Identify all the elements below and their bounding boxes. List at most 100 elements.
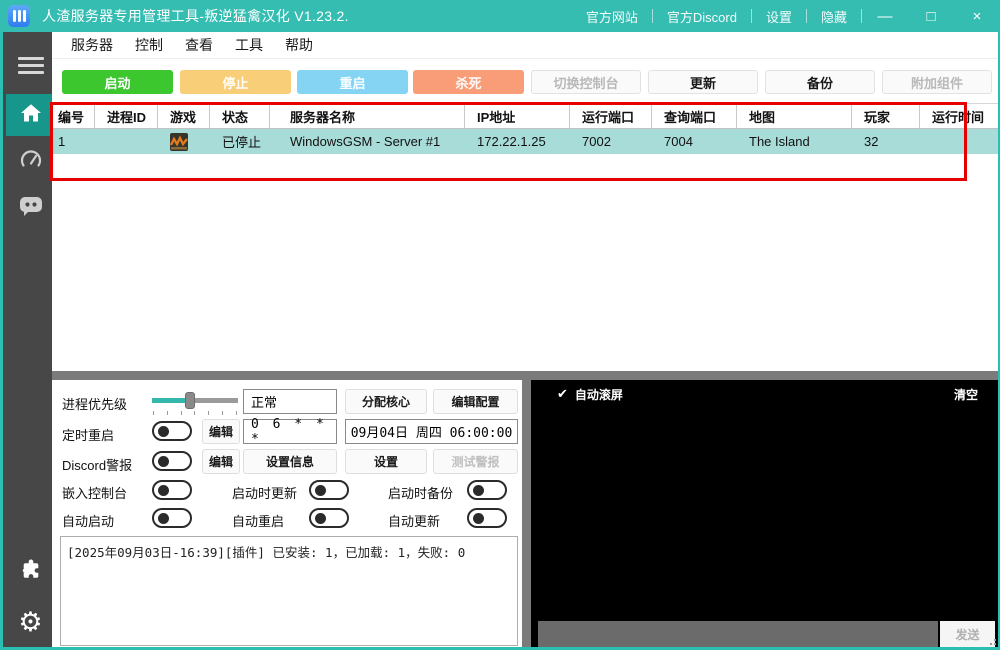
allocate-cores-button[interactable]: 分配核心 — [345, 389, 427, 414]
console-topbar: ✔ 自动滚屏 清空 — [531, 380, 998, 408]
app-logo-icon — [8, 5, 30, 27]
window-title: 人渣服务器专用管理工具-叛逆猛禽汉化 V1.23.2. — [42, 6, 349, 26]
auto-scroll-checkbox[interactable]: ✔ 自动滚屏 — [557, 386, 623, 403]
kill-button[interactable]: 杀死 — [413, 70, 524, 94]
addons-button[interactable]: 附加组件 — [882, 70, 992, 94]
sidebar-item-plugins[interactable] — [6, 552, 55, 592]
embed-console-toggle[interactable] — [152, 480, 192, 500]
home-icon — [19, 101, 43, 130]
clear-console-button[interactable]: 清空 — [954, 386, 978, 403]
update-on-start-label: 启动时更新 — [232, 483, 297, 502]
row-ip: 172.22.1.25 — [465, 129, 570, 154]
auto-scroll-label: 自动滚屏 — [575, 386, 623, 403]
toolbar: 启动 停止 重启 杀死 切换控制台 更新 备份 附加组件 — [52, 59, 1000, 103]
edit-discord-button[interactable]: 编辑 — [202, 449, 240, 474]
scheduled-restart-toggle[interactable] — [152, 421, 192, 441]
table-row[interactable]: 1 已停止 WindowsGSM - Server #1 172.22.1.25… — [52, 129, 1000, 154]
embed-console-label: 嵌入控制台 — [62, 483, 127, 502]
col-players: 玩家 — [852, 104, 920, 128]
sidebar-item-dashboard[interactable] — [6, 142, 55, 182]
menu-server[interactable]: 服务器 — [60, 35, 124, 55]
horizontal-splitter[interactable] — [52, 371, 1000, 380]
scheduled-restart-label: 定时重启 — [62, 425, 114, 444]
sidebar-item-home[interactable] — [6, 94, 55, 136]
priority-slider[interactable] — [152, 392, 238, 414]
row-port: 7002 — [570, 129, 652, 154]
menubar: 服务器 控制 查看 工具 帮助 — [52, 32, 1000, 59]
checkmark-icon: ✔ — [557, 387, 568, 402]
settings-link[interactable]: 设置 — [752, 0, 806, 32]
row-status: 已停止 — [210, 129, 270, 154]
console-input[interactable] — [538, 621, 938, 647]
row-pid — [95, 129, 158, 154]
backup-button[interactable]: 备份 — [765, 70, 875, 94]
auto-restart-toggle[interactable] — [309, 508, 349, 528]
vertical-splitter[interactable] — [522, 380, 531, 647]
menu-tools[interactable]: 工具 — [224, 35, 274, 55]
col-id: 编号 — [52, 104, 95, 128]
restart-button[interactable]: 重启 — [297, 70, 408, 94]
col-game: 游戏 — [158, 104, 210, 128]
col-query-port: 查询端口 — [652, 104, 737, 128]
discord-settings-button[interactable]: 设置 — [345, 449, 427, 474]
plugin-log-box[interactable]: [2025年09月03日-16:39][插件] 已安装: 1，已加载: 1，失败… — [60, 536, 518, 646]
server-table: 编号 进程ID 游戏 状态 服务器名称 IP地址 运行端口 查询端口 地图 玩家… — [52, 103, 1000, 154]
minimize-button[interactable]: — — [862, 0, 908, 32]
auto-update-toggle[interactable] — [467, 508, 507, 528]
discord-icon — [18, 195, 44, 222]
edit-cron-button[interactable]: 编辑 — [202, 419, 240, 444]
slider-ticks — [153, 411, 237, 415]
auto-start-toggle[interactable] — [152, 508, 192, 528]
official-website-link[interactable]: 官方网站 — [572, 0, 652, 32]
col-pid: 进程ID — [95, 104, 158, 128]
row-players: 32 — [852, 129, 920, 154]
discord-alert-toggle[interactable] — [152, 451, 192, 471]
hamburger-menu-button[interactable] — [6, 42, 55, 88]
slider-track — [152, 398, 238, 403]
sidebar-item-discord[interactable] — [6, 188, 55, 228]
next-restart-field[interactable]: 09月04日 周四 06:00:00 — [345, 419, 518, 444]
table-header-row: 编号 进程ID 游戏 状态 服务器名称 IP地址 运行端口 查询端口 地图 玩家… — [52, 103, 1000, 129]
auto-update-label: 自动更新 — [388, 511, 440, 530]
scum-game-icon — [170, 133, 188, 151]
row-uptime — [920, 129, 1000, 154]
row-id: 1 — [52, 129, 95, 154]
gauge-icon — [19, 148, 43, 177]
titlebar-right: 官方网站 官方Discord 设置 隐藏 — □ × — [572, 0, 1000, 32]
stop-button[interactable]: 停止 — [180, 70, 291, 94]
official-discord-link[interactable]: 官方Discord — [653, 0, 751, 32]
edit-config-button[interactable]: 编辑配置 — [433, 389, 518, 414]
menu-view[interactable]: 查看 — [174, 35, 224, 55]
menu-help[interactable]: 帮助 — [274, 35, 324, 55]
close-button[interactable]: × — [954, 0, 1000, 32]
priority-value-field[interactable]: 正常 — [243, 389, 337, 414]
maximize-button[interactable]: □ — [908, 0, 954, 32]
row-map: The Island — [737, 129, 852, 154]
puzzle-icon — [20, 559, 42, 586]
cron-field[interactable]: 0 6 * * * — [243, 419, 337, 444]
update-on-start-toggle[interactable] — [309, 480, 349, 500]
row-query-port: 7004 — [652, 129, 737, 154]
auto-restart-label: 自动重启 — [232, 511, 284, 530]
priority-label: 进程优先级 — [62, 394, 127, 413]
hide-link[interactable]: 隐藏 — [807, 0, 861, 32]
resize-grip[interactable] — [986, 635, 996, 645]
start-button[interactable]: 启动 — [62, 70, 173, 94]
sidebar-item-settings[interactable]: ⚙ — [6, 600, 55, 644]
backup-on-start-toggle[interactable] — [467, 480, 507, 500]
console-panel: ✔ 自动滚屏 清空 发送 — [531, 380, 998, 647]
menu-control[interactable]: 控制 — [124, 35, 174, 55]
toggle-console-button[interactable]: 切换控制台 — [531, 70, 641, 94]
app-window: 人渣服务器专用管理工具-叛逆猛禽汉化 V1.23.2. 官方网站 官方Disco… — [0, 0, 1000, 650]
slider-thumb[interactable] — [185, 392, 195, 409]
col-map: 地图 — [737, 104, 852, 128]
col-port: 运行端口 — [570, 104, 652, 128]
col-status: 状态 — [210, 104, 270, 128]
test-alert-button[interactable]: 测试警报 — [433, 449, 518, 474]
set-info-button[interactable]: 设置信息 — [243, 449, 337, 474]
gear-icon: ⚙ — [18, 609, 42, 636]
backup-on-start-label: 启动时备份 — [388, 483, 453, 502]
discord-alert-label: Discord警报 — [62, 455, 132, 474]
update-button[interactable]: 更新 — [648, 70, 758, 94]
row-game — [158, 129, 210, 154]
